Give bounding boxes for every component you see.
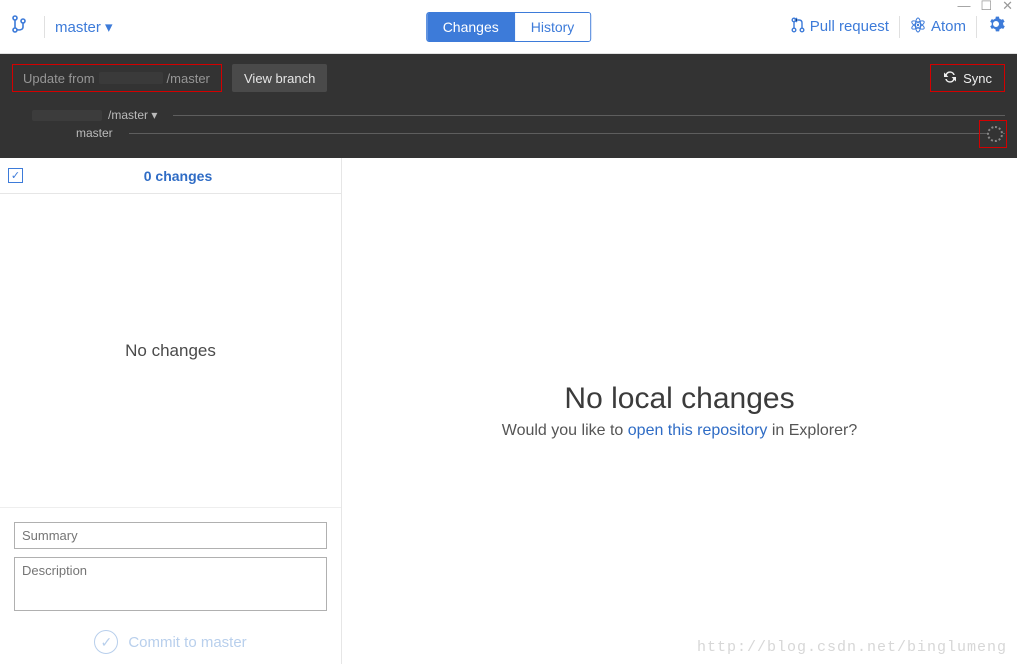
update-from-button[interactable]: Update from /master	[12, 64, 222, 92]
local-branch-label: master	[76, 126, 113, 140]
settings-button[interactable]	[987, 15, 1005, 38]
content-pane: No local changes Would you like to open …	[342, 158, 1017, 664]
atom-icon	[910, 17, 926, 37]
sub-post: in Explorer?	[767, 422, 857, 439]
commit-form: ✓ Commit to master	[0, 507, 341, 664]
remote-branch-row[interactable]: /master ▾	[32, 106, 1005, 124]
sub-pre: Would you like to	[502, 422, 628, 439]
obscured-text	[32, 110, 102, 121]
divider	[44, 16, 45, 38]
view-tabs: Changes History	[426, 12, 592, 42]
update-prefix: Update from	[23, 71, 95, 86]
open-repository-link[interactable]: open this repository	[628, 422, 768, 439]
local-branch-row[interactable]: master	[32, 124, 1005, 142]
update-suffix: /master	[167, 71, 210, 86]
sync-icon	[943, 70, 957, 87]
obscured-text	[99, 72, 163, 84]
divider	[899, 16, 900, 38]
app-header: master ▾ Changes History Pull request At…	[0, 0, 1017, 54]
divider	[976, 16, 977, 38]
pull-request-icon	[791, 17, 805, 37]
empty-title: No local changes	[564, 382, 794, 416]
empty-subtitle: Would you like to open this repository i…	[502, 422, 857, 440]
header-right: Pull request Atom	[791, 15, 1005, 38]
main-area: ✓ 0 changes No changes ✓ Commit to maste…	[0, 158, 1017, 664]
atom-button[interactable]: Atom	[910, 17, 966, 37]
changes-empty-state: No changes	[0, 194, 341, 507]
tab-history[interactable]: History	[515, 13, 591, 41]
check-icon: ✓	[94, 630, 118, 654]
graph-line	[129, 133, 1005, 134]
branch-graph: /master ▾ master	[12, 106, 1005, 142]
watermark: http://blog.csdn.net/binglumeng	[697, 639, 1007, 656]
select-all-checkbox[interactable]: ✓	[8, 168, 23, 183]
gear-icon	[987, 18, 1005, 37]
sync-label: Sync	[963, 71, 992, 86]
branch-icon	[12, 15, 26, 38]
branch-selector[interactable]: master ▾	[55, 18, 113, 36]
changes-sidebar: ✓ 0 changes No changes ✓ Commit to maste…	[0, 158, 342, 664]
no-changes-text: No changes	[125, 341, 216, 361]
remote-branch-label: /master ▾	[108, 108, 157, 122]
sync-button[interactable]: Sync	[930, 64, 1005, 92]
changes-header: ✓ 0 changes	[0, 158, 341, 194]
commit-button[interactable]: ✓ Commit to master	[14, 630, 327, 654]
commit-label: Commit to master	[128, 634, 246, 651]
tab-changes[interactable]: Changes	[427, 13, 515, 41]
pull-request-label: Pull request	[810, 18, 889, 35]
commit-dot-icon	[987, 126, 1003, 142]
view-branch-button[interactable]: View branch	[232, 64, 327, 92]
changes-count: 0 changes	[23, 168, 333, 184]
atom-label: Atom	[931, 18, 966, 35]
graph-line	[173, 115, 1005, 116]
summary-input[interactable]	[14, 522, 327, 549]
description-input[interactable]	[14, 557, 327, 611]
pull-request-button[interactable]: Pull request	[791, 17, 889, 37]
action-bar: Update from /master View branch Sync /ma…	[0, 54, 1017, 158]
